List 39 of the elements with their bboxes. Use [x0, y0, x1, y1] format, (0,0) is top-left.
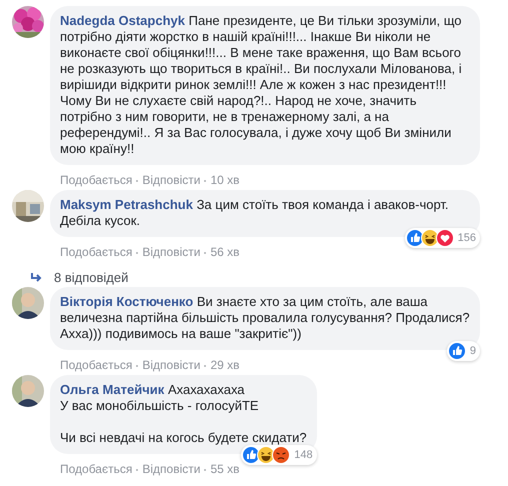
like-link[interactable]: Подобається	[60, 462, 132, 476]
separator-dot	[136, 364, 138, 367]
separator-dot	[204, 468, 206, 471]
timestamp: 29 хв	[210, 358, 240, 372]
timestamp: 10 хв	[210, 173, 240, 187]
reply-link[interactable]: Відповісти	[142, 245, 200, 259]
timestamp: 56 хв	[210, 245, 240, 259]
view-replies-link[interactable]: 8 відповідей	[54, 270, 128, 285]
separator-dot	[204, 364, 206, 367]
reply-link[interactable]: Відповісти	[142, 173, 200, 187]
comment-text: Nadegda Ostapchyk Пане президенте, це Ви тільки зрозуміли, що потрібно діяти жорстко в нашій країні!!!... Інакше Ви ніколи не виконаєте свої обіцянки!!!... В мене таке враження, що Вам всього не розказують що твориться в країні!.. Ви послухали Мілованова, і вирішиди відкрити ринок землі!!! Але ж кожен з нас президент!!! Чому Ви не слухаєте свій народ?!.. Народ не хоче, значить потрібно з ним говорити, не в тренажерному залі, а на референдумі!.. Я за Вас голосувала, і дуже хочу щоб Ви змінили мою країну!!	[60, 13, 463, 157]
separator-dot	[204, 252, 206, 254]
author-link[interactable]: Ольга Матейчик	[60, 382, 164, 397]
like-icon	[448, 342, 466, 360]
like-link[interactable]: Подобається	[60, 173, 132, 187]
timestamp: 55 хв	[210, 462, 240, 476]
reaction-count: 148	[294, 448, 313, 463]
reactions-badge[interactable]: 156	[404, 228, 480, 248]
author-link[interactable]: Вікторія Костюченко	[60, 294, 194, 309]
reply-arrow-icon	[30, 272, 44, 282]
like-link[interactable]: Подобається	[60, 358, 132, 372]
comment-text: Maksym Petrashchuk За цим стоїть твоя команда і аваков-чорт. Дебіла кусок.	[60, 197, 450, 229]
separator-dot	[204, 180, 206, 182]
reply-link[interactable]: Відповісти	[142, 462, 200, 476]
author-link[interactable]: Nadegda Ostapchyk	[60, 13, 185, 28]
comment-text: Чи всі невдачі на когось будете скидати?	[60, 430, 307, 446]
reaction-count: 9	[470, 344, 476, 359]
comment-text: Ольга Матейчик Ахахахахаха У вас монобільшість - голосуйТЕ	[60, 382, 260, 414]
separator-dot	[136, 252, 138, 254]
author-link[interactable]: Maksym Petrashchuk	[60, 197, 193, 212]
like-link[interactable]: Подобається	[60, 245, 132, 259]
separator-dot	[136, 180, 138, 182]
separator-dot	[136, 468, 138, 471]
angry-emoji-icon	[272, 446, 290, 464]
reactions-badge[interactable]: 9	[446, 341, 480, 361]
comment-text: Вікторія Костюченко Ви знаєте хто за цим стоїть, але ваша величезна партійна більшість провалила голусування? Продалися? Ахха))) подивимось на ваше "закритіє"))	[60, 294, 470, 342]
reply-link[interactable]: Відповісти	[142, 358, 200, 372]
reaction-count: 156	[458, 231, 476, 246]
reactions-badge[interactable]: 148	[241, 445, 317, 465]
